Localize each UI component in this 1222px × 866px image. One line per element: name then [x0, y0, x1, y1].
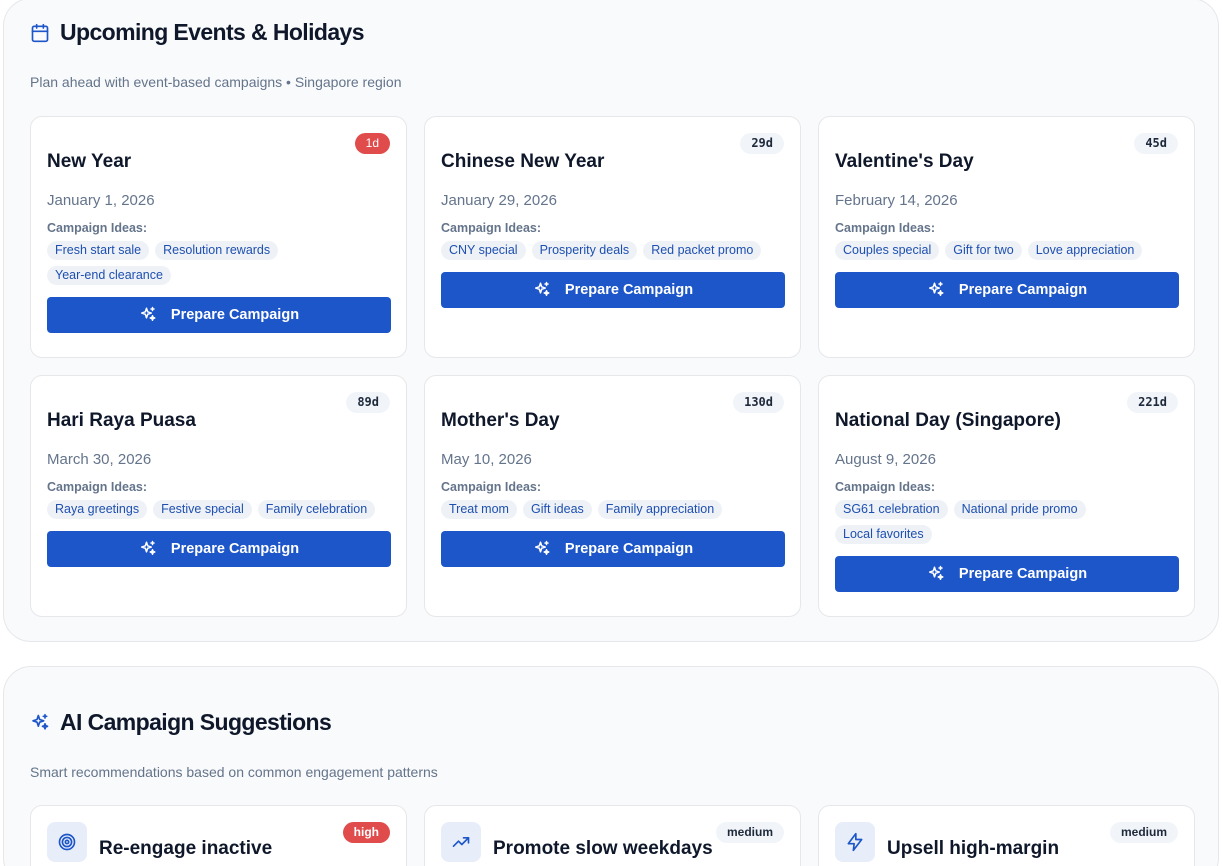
campaign-idea-tag: Raya greetings: [47, 500, 148, 519]
event-date: January 1, 2026: [47, 192, 155, 209]
days-until-badge: 221d: [1127, 392, 1178, 413]
suggestion-title: Upsell high-margin: [887, 838, 1060, 859]
event-date: May 10, 2026: [441, 451, 532, 468]
prepare-campaign-label: Prepare Campaign: [564, 282, 694, 298]
campaign-idea-tag: SG61 celebration: [835, 500, 948, 519]
campaign-idea-tag: Family appreciation: [597, 500, 723, 519]
event-card-grid: 1d New Year January 1, 2026 Campaign Ide…: [30, 116, 1195, 617]
event-card: 221d National Day (Singapore) August 9, …: [818, 375, 1195, 617]
campaign-ideas-label: Campaign Ideas:: [47, 221, 148, 235]
event-date: August 9, 2026: [835, 451, 936, 468]
prepare-campaign-button[interactable]: Prepare Campaign: [835, 272, 1179, 308]
campaign-ideas-label: Campaign Ideas:: [441, 480, 542, 494]
sparkles-icon: [927, 565, 945, 583]
event-name: Mother's Day: [441, 410, 560, 431]
events-subtitle: Plan ahead with event-based campaigns • …: [30, 74, 402, 90]
days-until-badge: 1d: [354, 133, 390, 154]
campaign-idea-tag: Red packet promo: [643, 241, 762, 260]
event-name: Hari Raya Puasa: [47, 410, 196, 431]
campaign-ideas-label: Campaign Ideas:: [835, 480, 936, 494]
prepare-campaign-label: Prepare Campaign: [170, 307, 300, 323]
calendar-icon: [30, 23, 50, 43]
campaign-idea-tag: Gift for two: [945, 241, 1022, 260]
campaign-ideas-label: Campaign Ideas:: [441, 221, 542, 235]
lightning-icon: [835, 822, 875, 862]
ai-suggestion-card[interactable]: Promote slow weekdays medium: [424, 805, 801, 866]
days-until-badge: 29d: [740, 133, 784, 154]
sparkles-icon: [533, 281, 551, 299]
event-name: New Year: [47, 151, 132, 172]
campaign-ideas-list: CNY special Prosperity deals Red packet pr…: [441, 241, 784, 260]
ai-header: AI Campaign Suggestions: [30, 709, 332, 736]
campaign-idea-tag: Local favorites: [835, 525, 932, 544]
suggestion-title: Promote slow weekdays: [493, 838, 713, 859]
campaign-idea-tag: Year-end clearance: [47, 266, 171, 285]
ai-suggestion-card[interactable]: Upsell high-margin medium: [818, 805, 1195, 866]
target-icon: [47, 822, 87, 862]
days-until-badge: 130d: [733, 392, 784, 413]
priority-badge: medium: [715, 822, 784, 843]
event-name: National Day (Singapore): [835, 410, 1061, 431]
sparkles-icon: [30, 713, 50, 733]
prepare-campaign-button[interactable]: Prepare Campaign: [47, 297, 391, 333]
ai-suggestions-panel: AI Campaign Suggestions Smart recommenda…: [3, 666, 1219, 866]
campaign-ideas-list: Treat mom Gift ideas Family appreciation: [441, 500, 784, 519]
campaign-idea-tag: Love appreciation: [1027, 241, 1143, 260]
sparkles-icon: [139, 540, 157, 558]
events-title: Upcoming Events & Holidays: [60, 19, 365, 45]
prepare-campaign-label: Prepare Campaign: [170, 541, 300, 557]
event-date: March 30, 2026: [47, 451, 152, 468]
ai-subtitle: Smart recommendations based on common en…: [30, 764, 438, 780]
event-card: 1d New Year January 1, 2026 Campaign Ide…: [30, 116, 407, 358]
campaign-idea-tag: Family celebration: [257, 500, 376, 519]
event-card: 29d Chinese New Year January 29, 2026 Ca…: [424, 116, 801, 358]
prepare-campaign-button[interactable]: Prepare Campaign: [441, 272, 785, 308]
campaign-idea-tag: Prosperity deals: [531, 241, 638, 260]
events-header: Upcoming Events & Holidays: [30, 19, 365, 46]
campaign-ideas-list: SG61 celebration National pride promo Loca…: [835, 500, 1178, 544]
event-name: Chinese New Year: [441, 151, 605, 172]
prepare-campaign-label: Prepare Campaign: [564, 541, 694, 557]
prepare-campaign-button[interactable]: Prepare Campaign: [47, 531, 391, 567]
event-date: January 29, 2026: [441, 192, 557, 209]
ai-suggestion-card[interactable]: Re-engage inactive high: [30, 805, 407, 866]
prepare-campaign-button[interactable]: Prepare Campaign: [835, 556, 1179, 592]
campaign-ideas-list: Fresh start sale Resolution rewards Year-e…: [47, 241, 390, 285]
campaign-ideas-list: Couples special Gift for two Love apprecia…: [835, 241, 1178, 260]
event-name: Valentine's Day: [835, 151, 974, 172]
ai-title: AI Campaign Suggestions: [60, 709, 332, 735]
campaign-idea-tag: National pride promo: [953, 500, 1086, 519]
campaign-idea-tag: Treat mom: [441, 500, 517, 519]
upcoming-events-panel: Upcoming Events & Holidays Plan ahead wi…: [3, 0, 1219, 642]
sparkles-icon: [927, 281, 945, 299]
campaign-idea-tag: Festive special: [153, 500, 252, 519]
event-card: 45d Valentine's Day February 14, 2026 Ca…: [818, 116, 1195, 358]
priority-badge: high: [342, 822, 390, 843]
sparkles-icon: [533, 540, 551, 558]
campaign-idea-tag: CNY special: [441, 241, 526, 260]
prepare-campaign-label: Prepare Campaign: [958, 282, 1088, 298]
ai-suggestion-grid: Re-engage inactive high Promote slow weekd…: [30, 805, 1195, 866]
suggestion-title: Re-engage inactive: [99, 838, 273, 859]
trending-up-icon: [441, 822, 481, 862]
campaign-ideas-label: Campaign Ideas:: [47, 480, 148, 494]
event-card: 89d Hari Raya Puasa March 30, 2026 Campa…: [30, 375, 407, 617]
event-card: 130d Mother's Day May 10, 2026 Campaign …: [424, 375, 801, 617]
days-until-badge: 45d: [1134, 133, 1178, 154]
campaign-ideas-label: Campaign Ideas:: [835, 221, 936, 235]
priority-badge: medium: [1109, 822, 1178, 843]
prepare-campaign-label: Prepare Campaign: [958, 566, 1088, 582]
days-until-badge: 89d: [346, 392, 390, 413]
event-date: February 14, 2026: [835, 192, 958, 209]
sparkles-icon: [139, 306, 157, 324]
campaign-idea-tag: Gift ideas: [522, 500, 592, 519]
prepare-campaign-button[interactable]: Prepare Campaign: [441, 531, 785, 567]
campaign-idea-tag: Resolution rewards: [155, 241, 279, 260]
campaign-idea-tag: Couples special: [835, 241, 940, 260]
campaign-idea-tag: Fresh start sale: [47, 241, 150, 260]
campaign-ideas-list: Raya greetings Festive special Family cele…: [47, 500, 390, 519]
